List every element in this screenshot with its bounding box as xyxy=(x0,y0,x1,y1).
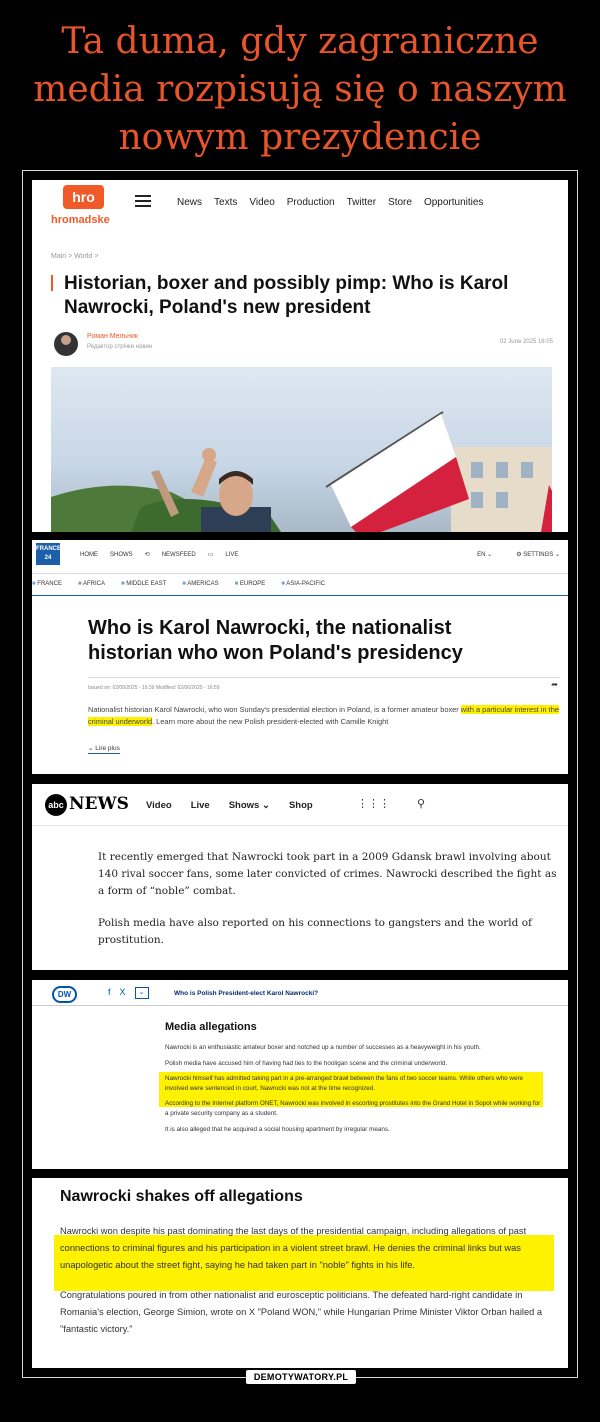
allegations-article: Nawrocki shakes off allegations Nawrocki… xyxy=(32,1178,568,1368)
menu-icon[interactable] xyxy=(135,195,151,207)
settings-button[interactable]: ⚙ SETTINGS ⌄ xyxy=(516,551,560,558)
paragraph: Polish media have also reported on his c… xyxy=(98,917,532,946)
abc-logo[interactable]: abc xyxy=(45,794,67,816)
facebook-icon[interactable]: f xyxy=(108,987,111,999)
france24-logo[interactable]: FRANCE 24 xyxy=(36,543,61,565)
region-asia-pacific[interactable]: ASIA-PACIFIC xyxy=(281,581,325,587)
nav-shows-label: Shows xyxy=(228,800,260,811)
search-icon[interactable]: ⚲ xyxy=(417,797,425,810)
region-france[interactable]: FRANCE xyxy=(32,581,62,587)
tv-icon: ▭ xyxy=(207,552,214,558)
region-middle-east[interactable]: MIDDLE EAST xyxy=(121,581,166,587)
hromadske-nav: News Texts Video Production Twitter Stor… xyxy=(177,197,483,208)
paragraph: Nawrocki is an enthusiastic amateur boxe… xyxy=(165,1044,481,1051)
nav-shows[interactable]: SHOWS xyxy=(110,552,133,558)
divider xyxy=(32,825,568,826)
nav-texts[interactable]: Texts xyxy=(214,197,237,208)
nav-shows[interactable]: Shows ⌄ xyxy=(229,800,270,811)
nav-video[interactable]: Video xyxy=(249,197,274,208)
abc-news-article: abc NEWS Video Live Shows ⌄ Shop ⋮⋮⋮ ⚲ I… xyxy=(32,784,568,970)
headline-accent xyxy=(51,275,53,291)
paragraph: It recently emerged that Nawrocki took p… xyxy=(98,851,557,897)
settings-label: SETTINGS xyxy=(523,552,554,558)
author-avatar[interactable] xyxy=(54,332,78,356)
language-select[interactable]: EN ⌄ xyxy=(477,551,492,558)
france24-article: FRANCE 24 HOME SHOWS ⟲ NEWSFEED ▭ LIVE EN … xyxy=(32,540,568,774)
section-heading: Nawrocki shakes off allegations xyxy=(60,1188,303,1205)
breadcrumb[interactable]: Main > World > xyxy=(51,253,98,260)
language-label: EN xyxy=(477,552,486,558)
article-lede: Nationalist historian Karol Nawrocki, wh… xyxy=(88,704,564,728)
nav-twitter[interactable]: Twitter xyxy=(347,197,376,208)
paragraph: It is also alleged that he acquired a so… xyxy=(165,1125,390,1133)
divider xyxy=(32,573,568,574)
divider xyxy=(32,595,568,596)
abc-nav: Video Live Shows ⌄ Shop xyxy=(146,800,313,811)
author-role: Редактор стрічки новин xyxy=(87,344,153,350)
paragraph: According to the Internet platform ONET,… xyxy=(165,1100,541,1117)
paragraph: Nawrocki won despite his past dominating… xyxy=(60,1226,527,1271)
dw-logo[interactable]: DW xyxy=(52,986,77,1003)
read-more-label: Lire plus xyxy=(95,745,120,752)
nav-newsfeed[interactable]: NEWSFEED xyxy=(162,552,196,558)
read-more-button[interactable]: ⌄ Lire plus xyxy=(88,744,120,754)
share-bar: f X ⌄ xyxy=(108,987,149,999)
publish-date: Issued on: 02/06/2025 - 16:39 Modified: … xyxy=(88,685,220,691)
paragraph: Polish media have accused him of having … xyxy=(165,1059,448,1067)
region-africa[interactable]: AFRICA xyxy=(78,581,105,587)
hromadske-logo[interactable]: hro xyxy=(63,185,104,209)
publish-date: 02 June 2025 16:05 xyxy=(499,339,553,345)
region-americas[interactable]: AMERICAS xyxy=(182,581,218,587)
hromadske-brand[interactable]: hromadske xyxy=(51,214,110,226)
article-photo xyxy=(51,367,552,532)
history-icon: ⟲ xyxy=(144,552,150,558)
article-body: Nawrocki is an enthusiastic amateur boxe… xyxy=(165,1043,545,1140)
nav-live[interactable]: Live xyxy=(191,800,210,811)
apps-grid-icon[interactable]: ⋮⋮⋮ xyxy=(357,797,390,810)
president-photo-illustration xyxy=(51,411,552,532)
headline: Historian, boxer and possibly pimp: Who … xyxy=(64,273,509,318)
nav-shop[interactable]: Shop xyxy=(289,800,313,811)
nav-store[interactable]: Store xyxy=(388,197,412,208)
dw-article: DW f X ⌄ Who is Polish President-elect K… xyxy=(32,980,568,1169)
lede-text: Nationalist historian Karol Nawrocki, wh… xyxy=(88,705,461,714)
nav-opportunities[interactable]: Opportunities xyxy=(424,197,483,208)
paragraph: Congratulations poured in from other nat… xyxy=(60,1289,543,1335)
share-icon[interactable]: ➦ xyxy=(551,680,558,689)
chevron-down-icon: ⌄ xyxy=(88,745,94,752)
meme-title: Ta duma, gdy zagraniczne media rozpisują… xyxy=(33,21,567,158)
nav-video[interactable]: Video xyxy=(146,800,172,811)
headline: Who is Karol Nawrocki, the nationalist h… xyxy=(88,617,463,664)
divider xyxy=(32,1005,568,1006)
x-icon[interactable]: X xyxy=(120,987,126,999)
nav-live[interactable]: LIVE xyxy=(225,552,238,558)
author-name[interactable]: Роман Мельник xyxy=(87,333,138,340)
abc-brand[interactable]: NEWS xyxy=(69,794,129,814)
region-europe[interactable]: EUROPE xyxy=(235,581,265,587)
nav-news[interactable]: News xyxy=(177,197,202,208)
chevron-down-icon: ⌄ xyxy=(261,800,270,811)
france24-nav: HOME SHOWS ⟲ NEWSFEED ▭ LIVE xyxy=(80,551,238,559)
chevron-down-icon[interactable]: ⌄ xyxy=(134,987,149,999)
nav-home[interactable]: HOME xyxy=(80,552,98,558)
article-body: It recently emerged that Nawrocki took p… xyxy=(98,849,558,949)
paragraph: Nawrocki himself has admitted taking par… xyxy=(165,1075,524,1092)
divider xyxy=(88,677,560,678)
nav-production[interactable]: Production xyxy=(287,197,335,208)
watermark: DEMOTYWATORY.PL xyxy=(246,1370,356,1384)
lede-text-end: . Learn more about the new Polish presid… xyxy=(152,717,389,726)
article-body: Nawrocki won despite his past dominating… xyxy=(60,1223,554,1338)
gear-icon: ⚙ xyxy=(516,552,522,558)
section-heading: Media allegations xyxy=(165,1021,257,1033)
france24-tools: EN ⌄ ⚙ SETTINGS ⌄ xyxy=(477,551,560,558)
article-title: Who is Polish President-elect Karol Nawr… xyxy=(174,990,319,997)
hromadske-article: hro hromadske News Texts Video Productio… xyxy=(32,180,568,532)
region-nav: FRANCE AFRICA MIDDLE EAST AMERICAS EUROP… xyxy=(32,581,325,587)
abc-tools: ⋮⋮⋮ ⚲ xyxy=(357,797,425,810)
